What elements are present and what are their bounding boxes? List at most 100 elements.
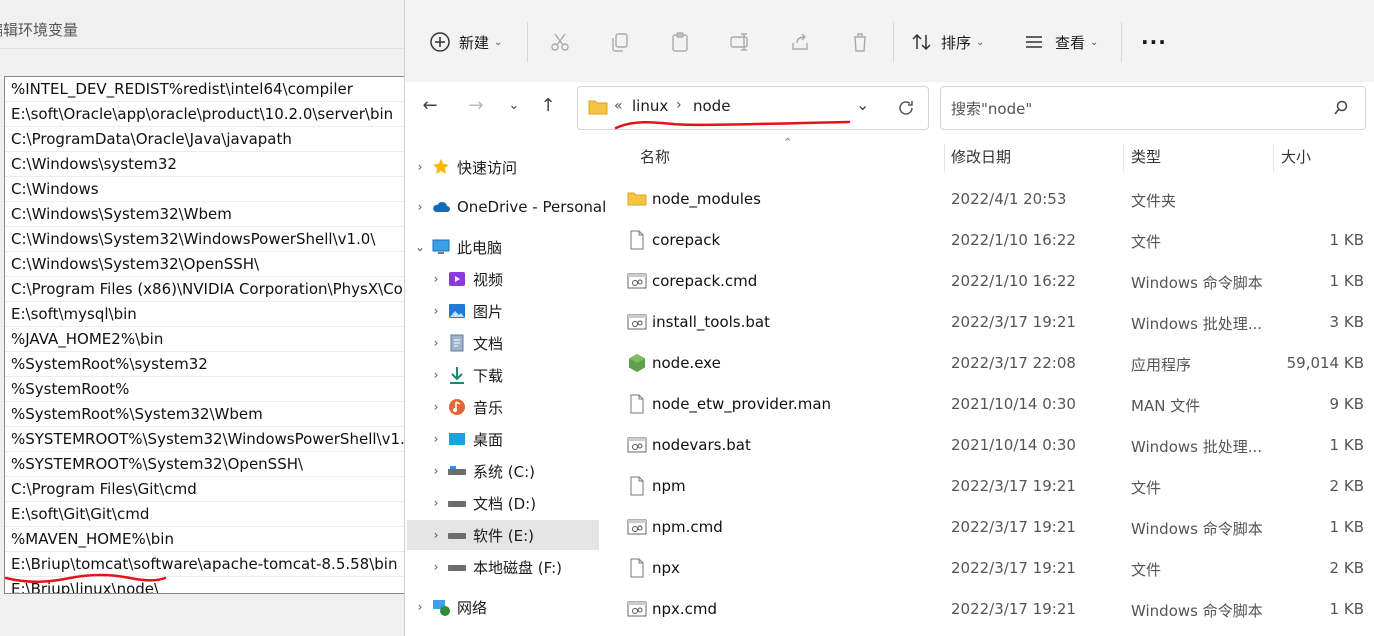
env-path-item[interactable]: E:\soft\mysql\bin [5, 302, 405, 327]
forward-arrow-icon[interactable]: → [465, 94, 487, 118]
share-icon[interactable] [789, 31, 811, 53]
nav-item-drive-d[interactable]: › 文档 (D:) [429, 488, 625, 518]
column-header-size[interactable]: 大小 [1281, 138, 1311, 176]
env-path-item[interactable]: E:\soft\Oracle\app\oracle\product\10.2.0… [5, 102, 405, 127]
env-path-item[interactable]: %INTEL_DEV_REDIST%redist\intel64\compile… [5, 77, 405, 102]
file-row-corepack[interactable]: corepack 2022/1/10 16:22 文件 1 KB [605, 220, 1374, 261]
file-row-node-modules[interactable]: node_modules 2022/4/1 20:53 文件夹 [605, 179, 1374, 220]
nav-item-pictures[interactable]: › 图片 [429, 296, 625, 326]
file-name: node.exe [652, 354, 721, 372]
chevron-right-icon[interactable]: › [429, 432, 443, 446]
file-row-corepack-cmd[interactable]: corepack.cmd 2022/1/10 16:22 Windows 命令脚… [605, 261, 1374, 302]
view-button[interactable]: 查看 ⌄ [1023, 28, 1098, 56]
column-divider[interactable] [944, 144, 945, 172]
cut-icon[interactable] [549, 31, 571, 53]
file-row-node-exe[interactable]: node.exe 2022/3/17 22:08 应用程序 59,014 KB [605, 343, 1374, 384]
nav-item-label: 下载 [473, 366, 504, 385]
nav-item-drive-c[interactable]: › 系统 (C:) [429, 456, 625, 486]
env-path-item-node[interactable]: E:\Briup\linux\node\ [5, 577, 405, 593]
chevron-right-icon[interactable]: › [429, 336, 443, 350]
new-button[interactable]: 新建 ⌄ [429, 28, 502, 56]
file-row-npm[interactable]: npm 2022/3/17 19:21 文件 2 KB [605, 466, 1374, 507]
file-row-nodevars-bat[interactable]: nodevars.bat 2021/10/14 0:30 Windows 批处理… [605, 425, 1374, 466]
more-options-button[interactable]: ··· [1141, 28, 1167, 56]
env-path-item[interactable]: E:\Briup\tomcat\software\apache-tomcat-8… [5, 552, 405, 577]
chevron-down-icon[interactable]: ⌄ [413, 240, 427, 254]
paste-icon[interactable] [669, 31, 691, 53]
chevron-right-icon[interactable]: › [413, 600, 427, 614]
column-header-modified[interactable]: 修改日期 [951, 138, 1011, 176]
breadcrumb-overflow[interactable]: « [614, 98, 623, 114]
chevron-right-icon[interactable]: › [429, 400, 443, 414]
env-path-item[interactable]: C:\Windows\system32 [5, 152, 405, 177]
up-arrow-icon[interactable]: ↑ [537, 94, 559, 118]
chevron-right-icon[interactable]: › [429, 560, 443, 574]
file-row-npx-cmd[interactable]: npx.cmd 2022/3/17 19:21 Windows 命令脚本 1 K… [605, 589, 1374, 630]
refresh-icon[interactable] [896, 98, 916, 118]
env-path-item[interactable]: %MAVEN_HOME%\bin [5, 527, 405, 552]
back-arrow-icon[interactable]: ← [419, 94, 441, 118]
env-path-item[interactable]: %JAVA_HOME2%\bin [5, 327, 405, 352]
chevron-right-icon[interactable]: › [429, 528, 443, 542]
env-path-item[interactable]: E:\soft\Git\Git\cmd [5, 502, 405, 527]
nav-item-quick-access[interactable]: › 快速访问 [413, 152, 609, 182]
chevron-right-icon[interactable]: › [413, 160, 427, 174]
nav-item-drive-e[interactable]: › 软件 (E:) [407, 520, 599, 550]
nav-item-desktop[interactable]: › 桌面 [429, 424, 625, 454]
search-icon[interactable] [1333, 100, 1349, 116]
chevron-right-icon[interactable]: › [429, 272, 443, 286]
rename-icon[interactable] [729, 31, 751, 53]
env-path-item[interactable]: %SYSTEMROOT%\System32\OpenSSH\ [5, 452, 405, 477]
nav-item-network[interactable]: › 网络 [413, 592, 609, 622]
env-path-item[interactable]: C:\Windows\System32\OpenSSH\ [5, 252, 405, 277]
address-dropdown-chevron-icon[interactable]: ⌄ [856, 95, 869, 114]
chevron-right-icon[interactable]: › [429, 304, 443, 318]
nav-item-onedrive[interactable]: › OneDrive - Personal [413, 192, 609, 222]
sort-button[interactable]: 排序 ⌄ [911, 28, 984, 56]
recent-locations-chevron-icon[interactable]: ⌄ [503, 94, 525, 118]
nav-item-drive-f[interactable]: › 本地磁盘 (F:) [429, 552, 625, 582]
desktop-icon [449, 433, 465, 445]
column-header-type[interactable]: 类型 [1131, 138, 1161, 176]
env-path-item[interactable]: %SystemRoot% [5, 377, 405, 402]
env-path-item[interactable]: %SystemRoot%\system32 [5, 352, 405, 377]
breadcrumb-linux[interactable]: linux [632, 97, 668, 115]
file-size: 1 KB [1329, 600, 1364, 618]
chevron-right-icon[interactable]: › [413, 200, 427, 214]
nav-item-documents[interactable]: › 文档 [429, 328, 625, 358]
file-row-npx[interactable]: npx 2022/3/17 19:21 文件 2 KB [605, 548, 1374, 589]
nav-item-downloads[interactable]: › 下载 [429, 360, 625, 390]
file-name: npm.cmd [652, 518, 723, 536]
file-name: node_etw_provider.man [652, 395, 832, 413]
column-divider[interactable] [1123, 144, 1124, 172]
column-divider[interactable] [1273, 144, 1274, 172]
env-path-item[interactable]: C:\Program Files (x86)\NVIDIA Corporatio… [5, 277, 405, 302]
nav-item-this-pc[interactable]: ⌄ 此电脑 [413, 232, 609, 262]
file-modified: 2022/3/17 19:21 [951, 600, 1076, 618]
env-path-item[interactable]: C:\Windows [5, 177, 405, 202]
copy-icon[interactable] [609, 31, 631, 53]
file-row-install-tools-bat[interactable]: install_tools.bat 2022/3/17 19:21 Window… [605, 302, 1374, 343]
search-input[interactable]: 搜索"node" [951, 98, 1032, 119]
search-box[interactable]: 搜索"node" [940, 86, 1366, 130]
column-header-name[interactable]: 名称 [640, 138, 670, 176]
env-path-item[interactable]: C:\ProgramData\Oracle\Java\javapath [5, 127, 405, 152]
env-path-item[interactable]: C:\Windows\System32\Wbem [5, 202, 405, 227]
file-row-node-etw-provider-man[interactable]: node_etw_provider.man 2021/10/14 0:30 MA… [605, 384, 1374, 425]
nav-item-music[interactable]: › 音乐 [429, 392, 625, 422]
env-path-item[interactable]: %SystemRoot%\System32\Wbem [5, 402, 405, 427]
env-path-item[interactable]: C:\Program Files\Git\cmd [5, 477, 405, 502]
document-icon [450, 334, 464, 352]
file-icon [630, 230, 644, 250]
nav-item-videos[interactable]: › 视频 [429, 264, 625, 294]
chevron-right-icon[interactable]: › [429, 464, 443, 478]
chevron-right-icon[interactable]: › [429, 496, 443, 510]
delete-icon[interactable] [849, 31, 871, 53]
breadcrumb-node[interactable]: node [693, 97, 730, 115]
env-path-item[interactable]: %SYSTEMROOT%\System32\WindowsPowerShell\… [5, 427, 405, 452]
file-modified: 2022/3/17 19:21 [951, 477, 1076, 495]
env-path-list[interactable]: %INTEL_DEV_REDIST%redist\intel64\compile… [4, 76, 405, 594]
file-row-npm-cmd[interactable]: npm.cmd 2022/3/17 19:21 Windows 命令脚本 1 K… [605, 507, 1374, 548]
chevron-right-icon[interactable]: › [429, 368, 443, 382]
env-path-item[interactable]: C:\Windows\System32\WindowsPowerShell\v1… [5, 227, 405, 252]
